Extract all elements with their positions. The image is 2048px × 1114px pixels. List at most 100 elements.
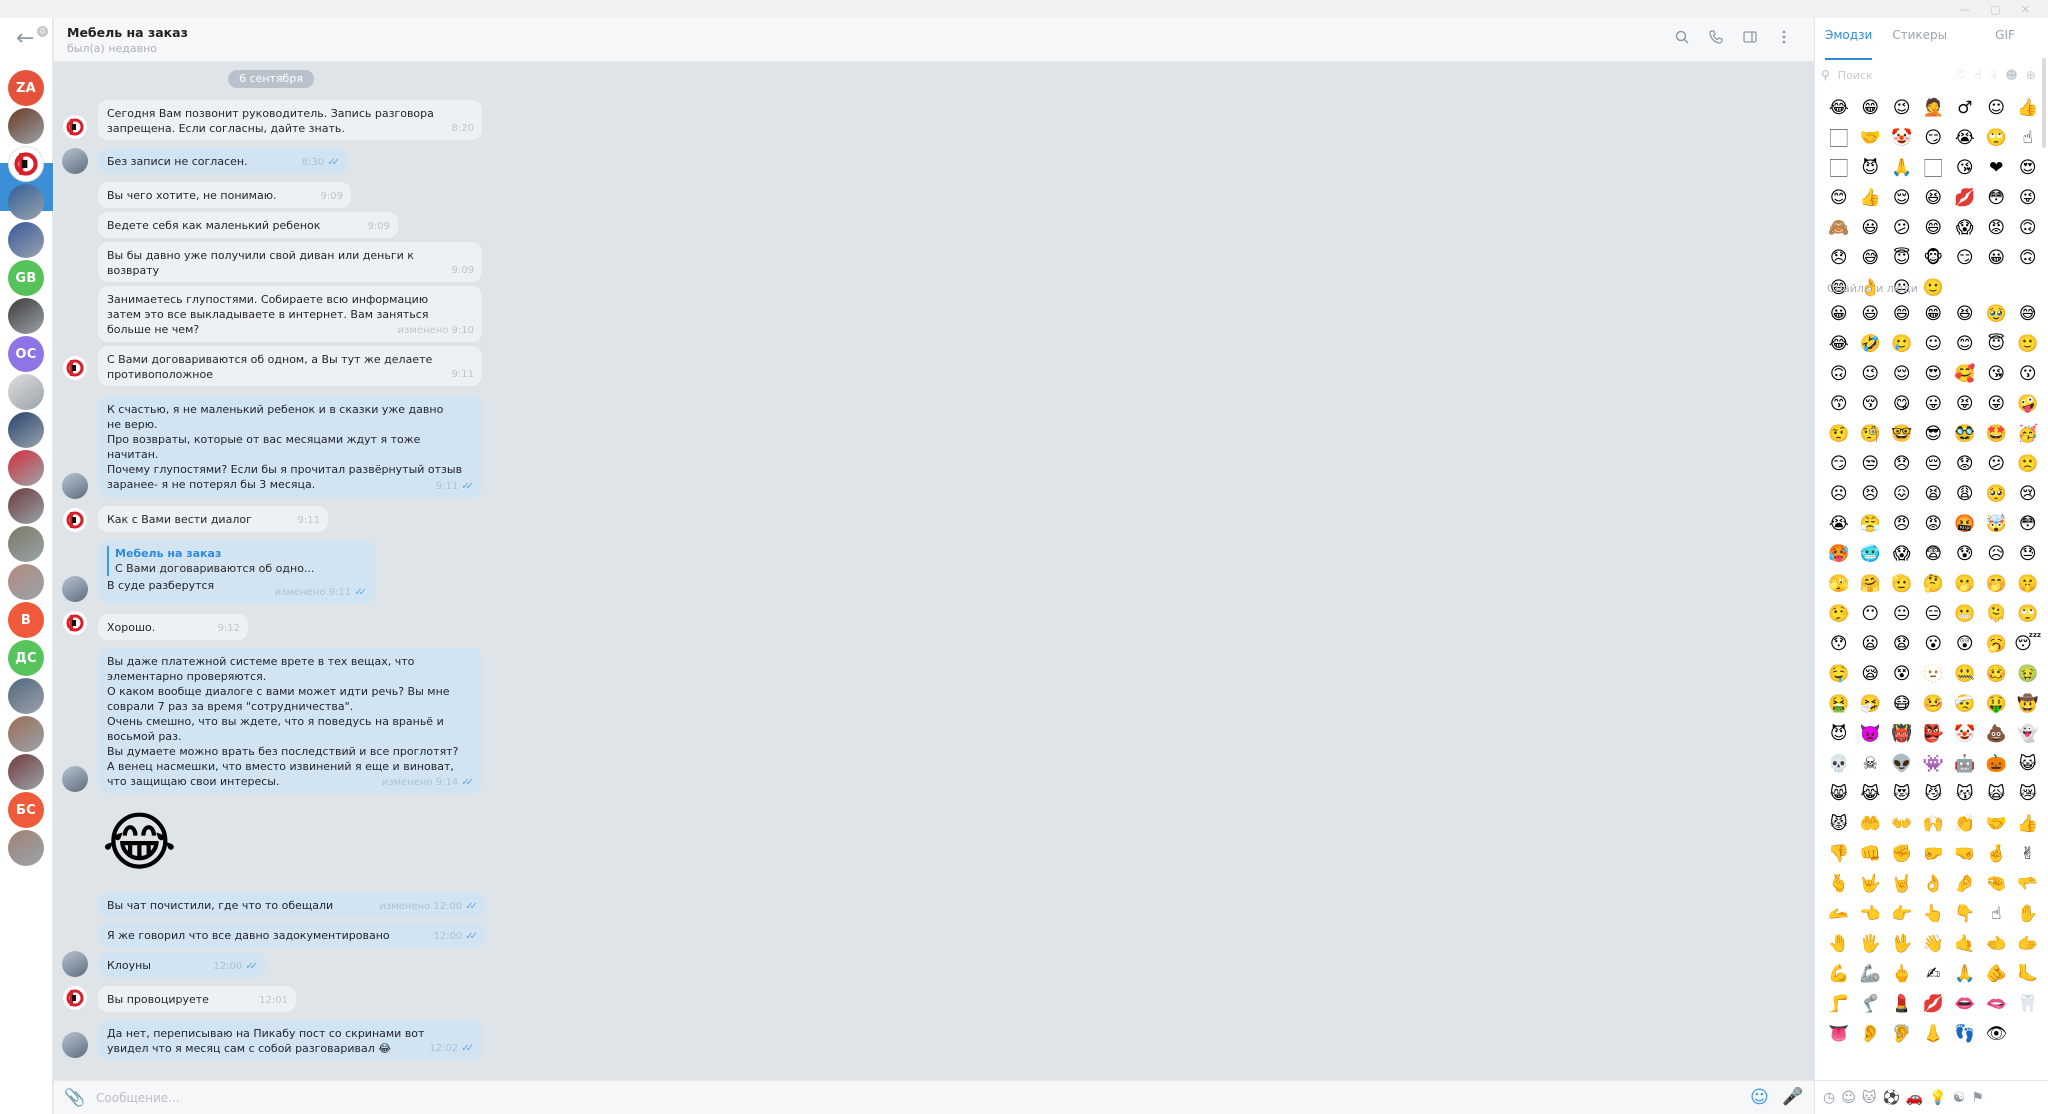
emoji-item[interactable]: 🤭 [1981, 572, 2013, 596]
emoji-item[interactable]: 💪 [1823, 962, 1855, 986]
emoji-item[interactable]: 😀 [1823, 302, 1855, 326]
emoji-item[interactable]: 🫳 [2012, 872, 2044, 896]
emoji-item[interactable]: 😃 [1855, 216, 1887, 240]
emoji-item[interactable]: 💀 [1823, 752, 1855, 776]
emoji-item[interactable]: 👃 [1918, 1022, 1950, 1046]
emoji-item[interactable]: 🤬 [1949, 512, 1981, 536]
emoji-item[interactable]: 🤣 [1855, 332, 1887, 356]
emoji-item[interactable]: 🤦 [1918, 96, 1950, 120]
emoji-item[interactable]: 🙃 [2012, 246, 2044, 270]
emoji-item[interactable]: 😟 [1949, 452, 1981, 476]
emoji-message[interactable]: 😂 [102, 804, 180, 882]
emoji-item[interactable]: 🙂 [2012, 332, 2044, 356]
emoji-item[interactable]: 😾 [1823, 812, 1855, 836]
flag-category-icon[interactable]: ⚑ [1971, 1090, 1984, 1106]
chat-avatar-photo[interactable] [8, 564, 44, 600]
emoji-item[interactable]: ☺ [1981, 96, 2013, 120]
chat-avatar-photo[interactable] [8, 412, 44, 448]
emoji-item[interactable]: 😬 [1949, 602, 1981, 626]
emoji-item[interactable]: 😯 [1823, 632, 1855, 656]
emoji-item[interactable]: 💩 [1981, 722, 2013, 746]
emoji-item[interactable]: 🫲 [1981, 932, 2013, 956]
emoji-item[interactable]: 😒 [1855, 452, 1887, 476]
emoji-item[interactable]: 🦵 [1823, 992, 1855, 1016]
emoji-item[interactable]: 🤏 [1981, 872, 2013, 896]
emoji-item[interactable]: 🥵 [1823, 542, 1855, 566]
emoji-item[interactable]: 😞 [1823, 246, 1855, 270]
message-bubble-outgoing[interactable]: Я же говорил что все давно задокументиро… [98, 922, 486, 948]
emoji-item[interactable]: 🏻 [1918, 156, 1950, 180]
emoji-item[interactable]: 😂 [1823, 96, 1855, 120]
emoji-item[interactable]: ✍ [1918, 962, 1950, 986]
emoji-item[interactable]: 😄 [1886, 302, 1918, 326]
emoji-item[interactable]: 😃 [1855, 302, 1887, 326]
emoji-item[interactable]: 😕 [1886, 216, 1918, 240]
chat-avatar-photo[interactable] [8, 488, 44, 524]
emoji-item[interactable]: 👍 [2012, 96, 2044, 120]
emoji-item[interactable]: 🤯 [1981, 512, 2013, 536]
emoji-item[interactable]: 🥶 [1855, 542, 1887, 566]
emoji-item[interactable]: 🤓 [1886, 422, 1918, 446]
emoji-item[interactable]: 👅 [1823, 1022, 1855, 1046]
emoji-item[interactable]: 😂 [1823, 332, 1855, 356]
emoji-item[interactable]: 😳 [2012, 512, 2044, 536]
emoji-item[interactable]: 🫰 [1823, 872, 1855, 896]
emoji-item[interactable]: 😚 [1855, 392, 1887, 416]
more-icon[interactable] [1776, 30, 1792, 48]
emoji-item[interactable]: ☝ [1981, 902, 2013, 926]
emoji-item[interactable]: 😇 [1981, 332, 2013, 356]
emoji-item[interactable]: 👇 [1949, 902, 1981, 926]
message-bubble-outgoing[interactable]: Мебель на заказ С Вами договариваются об… [98, 540, 375, 604]
emoji-item[interactable]: 🏻 [1823, 126, 1855, 150]
emoji-item[interactable]: 🤥 [1823, 602, 1855, 626]
emoji-item[interactable]: 🥲 [1886, 332, 1918, 356]
emoji-item[interactable]: 🙏 [1886, 156, 1918, 180]
emoji-item[interactable]: 😏 [1949, 246, 1981, 270]
emoji-item[interactable]: 🤮 [1823, 692, 1855, 716]
user-avatar[interactable] [62, 148, 88, 174]
chat-avatar-photo[interactable] [8, 374, 44, 410]
message-bubble-incoming[interactable]: Хорошо. 9:12 [98, 614, 248, 640]
emoji-item[interactable]: 🙂 [1918, 276, 1950, 300]
emoji-item[interactable]: 🧐 [1855, 422, 1887, 446]
emoji-item[interactable]: 🐵 [1918, 246, 1950, 270]
emoji-item[interactable]: 😖 [1886, 482, 1918, 506]
emoji-item[interactable]: 😪 [1855, 662, 1887, 686]
emoji-item[interactable]: 😑 [1918, 602, 1950, 626]
emoji-item[interactable]: 😭 [1949, 126, 1981, 150]
sidebar-toggle-icon[interactable] [1742, 30, 1758, 48]
emoji-item[interactable]: 🙌 [1918, 812, 1950, 836]
emoji-item[interactable]: 🥴 [1981, 662, 2013, 686]
emoji-item[interactable]: 🥱 [1981, 632, 2013, 656]
emoji-item[interactable]: 🙄 [1981, 126, 2013, 150]
emoji-item[interactable]: 😫 [1918, 482, 1950, 506]
message-bubble-outgoing[interactable]: Вы даже платежной системе врете в тех ве… [98, 648, 482, 794]
message-input[interactable] [96, 1087, 1496, 1109]
emoji-item[interactable]: 😧 [1886, 632, 1918, 656]
emoji-item[interactable]: 👍 [2012, 812, 2044, 836]
emoji-item[interactable]: 💋 [1918, 992, 1950, 1016]
emoji-item[interactable]: 🤩 [1981, 422, 2013, 446]
emoji-item[interactable]: 🥳 [2012, 422, 2044, 446]
message-bubble-incoming[interactable]: Вы чего хотите, не понимаю. 9:09 [98, 182, 351, 208]
emoji-item[interactable]: 😁 [1918, 302, 1950, 326]
emoji-item[interactable]: 😹 [1855, 782, 1887, 806]
emoji-item[interactable]: 🥸 [1949, 422, 1981, 446]
tab-stickers[interactable]: Стикеры [1882, 18, 1957, 62]
thumbs-up-category-icon[interactable]: ☝ [1975, 68, 1982, 82]
emoji-item[interactable]: 😏 [1918, 126, 1950, 150]
emoji-item[interactable]: 🤪 [2012, 392, 2044, 416]
emoji-item[interactable]: 🤡 [1886, 126, 1918, 150]
emoji-item[interactable]: 🤞 [1981, 842, 2013, 866]
emoji-item[interactable]: 👎 [1823, 842, 1855, 866]
emoji-item[interactable]: 😢 [2012, 482, 2044, 506]
emoji-item[interactable]: 😁 [1855, 96, 1887, 120]
sender-logo-avatar[interactable] [62, 507, 88, 533]
emoji-item[interactable]: 🫱 [2012, 932, 2044, 956]
emoji-item[interactable]: 🤫 [2012, 572, 2044, 596]
expand-icon[interactable]: ⊕ [2026, 68, 2036, 82]
minimize-icon[interactable]: — [1959, 3, 1970, 16]
emoji-item[interactable]: 🙁 [2012, 452, 2044, 476]
emoji-item[interactable]: 😊 [1949, 332, 1981, 356]
emoji-item[interactable]: 👌 [1918, 872, 1950, 896]
